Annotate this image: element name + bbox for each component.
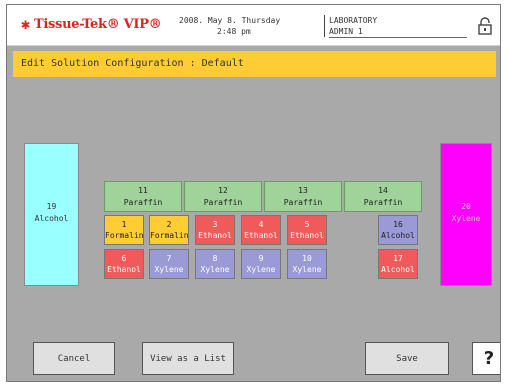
- station-12-paraffin[interactable]: 12 Paraffin: [184, 181, 262, 212]
- station-number: 13: [298, 186, 308, 195]
- cancel-button[interactable]: Cancel: [33, 342, 115, 375]
- station-number: 9: [258, 254, 264, 263]
- station-label: Xylene: [451, 214, 481, 223]
- lock-icon[interactable]: [477, 17, 493, 35]
- station-3-ethanol[interactable]: 3 Ethanol: [195, 215, 235, 245]
- station-4-ethanol[interactable]: 4 Ethanol: [241, 215, 281, 245]
- station-19-alcohol[interactable]: 19 Alcohol: [24, 143, 79, 286]
- page-title: Edit Solution Configuration : Default: [21, 58, 244, 69]
- station-number: 12: [218, 186, 228, 195]
- station-number: 10: [302, 254, 312, 263]
- station-17-alcohol[interactable]: 17 Alcohol: [378, 249, 418, 279]
- station-label: Ethanol: [244, 231, 278, 240]
- user-text: ADMIN 1: [329, 27, 363, 36]
- station-label: Ethanol: [107, 265, 141, 274]
- user-underline: [329, 37, 467, 38]
- station-13-paraffin[interactable]: 13 Paraffin: [264, 181, 342, 212]
- logo: ✱ Tissue-Tek® VIP®: [21, 15, 162, 33]
- save-button[interactable]: Save: [365, 342, 449, 375]
- station-label: Alcohol: [34, 214, 69, 223]
- station-number: 14: [378, 186, 388, 195]
- title-bar: Edit Solution Configuration : Default: [13, 51, 496, 77]
- date-text: 2008. May 8. Thursday: [179, 16, 281, 25]
- asterisk-logo-icon: ✱: [21, 15, 31, 33]
- station-number: 5: [304, 220, 310, 229]
- station-label: Paraffin: [283, 198, 323, 207]
- view-as-list-button[interactable]: View as a List: [142, 342, 234, 375]
- station-label: Xylene: [246, 265, 276, 274]
- station-5-ethanol[interactable]: 5 Ethanol: [287, 215, 327, 245]
- station-label: Xylene: [200, 265, 230, 274]
- station-number: 4: [258, 220, 264, 229]
- header-divider: [324, 15, 325, 37]
- station-number: 16: [393, 220, 403, 229]
- station-10-xylene[interactable]: 10 Xylene: [287, 249, 327, 279]
- station-number: 17: [393, 254, 403, 263]
- station-6-ethanol[interactable]: 6 Ethanol: [104, 249, 144, 279]
- station-number: 11: [138, 186, 148, 195]
- station-number: 3: [212, 220, 218, 229]
- time-text: 2:48 pm: [217, 27, 251, 36]
- header-bar: ✱ Tissue-Tek® VIP® 2008. May 8. Thursday…: [7, 5, 500, 46]
- station-number: 2: [166, 220, 172, 229]
- station-label: Formalin: [150, 231, 189, 240]
- station-label: Paraffin: [363, 198, 403, 207]
- logo-text: Tissue-Tek® VIP®: [34, 17, 162, 32]
- station-label: Paraffin: [123, 198, 163, 207]
- station-label: Alcohol: [381, 265, 415, 274]
- station-label: Ethanol: [198, 231, 232, 240]
- station-label: Xylene: [292, 265, 322, 274]
- station-7-xylene[interactable]: 7 Xylene: [149, 249, 189, 279]
- station-label: Ethanol: [290, 231, 324, 240]
- station-11-paraffin[interactable]: 11 Paraffin: [104, 181, 182, 212]
- station-20-xylene[interactable]: 20 Xylene: [440, 143, 492, 286]
- app-screen: ✱ Tissue-Tek® VIP® 2008. May 8. Thursday…: [6, 4, 501, 382]
- station-8-xylene[interactable]: 8 Xylene: [195, 249, 235, 279]
- station-number: 6: [121, 254, 127, 263]
- station-label: Paraffin: [203, 198, 243, 207]
- station-number: 1: [121, 220, 127, 229]
- station-number: 20: [461, 202, 471, 211]
- station-label: Xylene: [154, 265, 184, 274]
- station-14-paraffin[interactable]: 14 Paraffin: [344, 181, 422, 212]
- station-9-xylene[interactable]: 9 Xylene: [241, 249, 281, 279]
- station-number: 7: [166, 254, 172, 263]
- station-label: Formalin: [105, 231, 144, 240]
- station-1-formalin[interactable]: 1 Formalin: [104, 215, 144, 245]
- station-2-formalin[interactable]: 2 Formalin: [149, 215, 189, 245]
- station-number: 8: [212, 254, 218, 263]
- station-label: Alcohol: [381, 231, 415, 240]
- station-16-alcohol[interactable]: 16 Alcohol: [378, 215, 418, 245]
- station-number: 19: [46, 202, 57, 211]
- help-button[interactable]: ?: [472, 342, 500, 375]
- department-text: LABORATORY: [329, 16, 378, 25]
